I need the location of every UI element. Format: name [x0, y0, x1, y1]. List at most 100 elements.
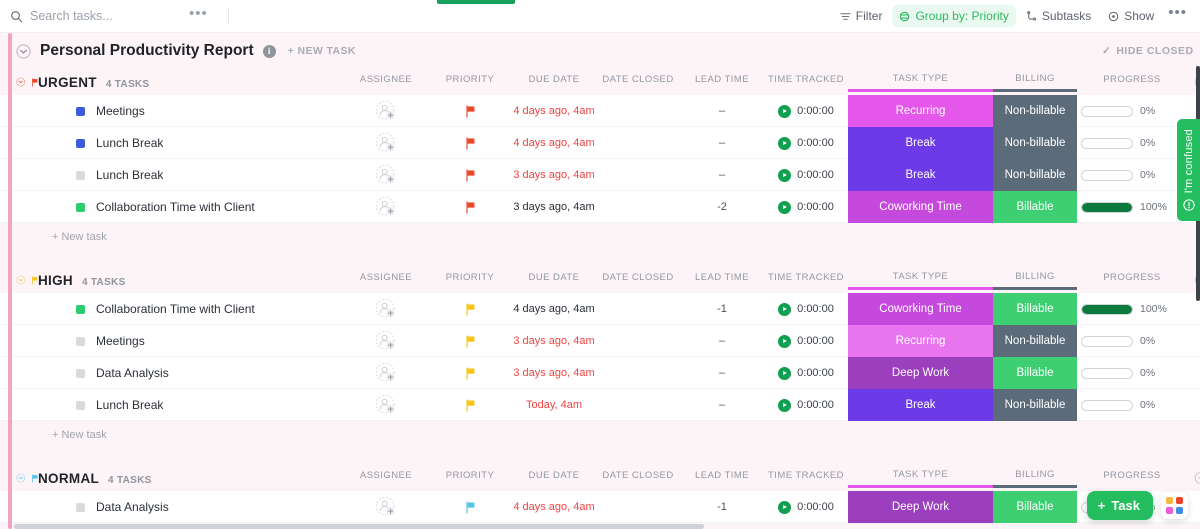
billing-cell[interactable]: Billable	[993, 293, 1077, 325]
column-header-progress[interactable]: PROGRESS	[1077, 272, 1187, 288]
task-name-cell[interactable]: Data Analysis	[38, 366, 344, 380]
time-tracked-cell[interactable]: 0:00:00	[764, 501, 848, 514]
add-column-button[interactable]	[1187, 471, 1200, 485]
task-name-cell[interactable]: Lunch Break	[38, 168, 344, 182]
im-confused-tab[interactable]: I'm confused	[1177, 119, 1200, 221]
assignee-cell[interactable]	[344, 164, 428, 186]
column-header-time-tracked[interactable]: TIME TRACKED	[764, 272, 848, 288]
show-button[interactable]: Show	[1101, 5, 1161, 27]
group-toggle-high[interactable]	[0, 273, 38, 287]
column-header-lead-time[interactable]: LEAD TIME	[680, 272, 764, 288]
lead-time-cell[interactable]: –	[680, 399, 764, 411]
lead-time-cell[interactable]: –	[680, 137, 764, 149]
column-header-billing[interactable]: BILLING	[993, 73, 1077, 92]
priority-cell[interactable]	[428, 303, 512, 316]
group-by-button[interactable]: Group by: Priority	[892, 5, 1015, 27]
play-icon[interactable]	[778, 399, 791, 412]
group-toggle-normal[interactable]	[0, 471, 38, 485]
add-task-row[interactable]: + New task	[0, 421, 1200, 449]
billing-cell[interactable]: Billable	[993, 191, 1077, 223]
progress-bar[interactable]	[1081, 202, 1133, 213]
assignee-cell[interactable]	[344, 298, 428, 320]
hide-closed-toggle[interactable]: ✓ HIDE CLOSED	[1102, 45, 1200, 57]
add-assignee-icon[interactable]	[375, 196, 397, 218]
due-date-cell[interactable]: 3 days ago, 4am	[512, 335, 596, 347]
lead-time-cell[interactable]: –	[680, 105, 764, 117]
priority-cell[interactable]	[428, 367, 512, 380]
table-row[interactable]: Collaboration Time with Client3 days ago…	[0, 191, 1200, 223]
add-task-row[interactable]: + New task	[0, 223, 1200, 251]
task-type-cell[interactable]: Break	[848, 159, 993, 191]
progress-cell[interactable]: 0%	[1077, 399, 1187, 411]
add-assignee-icon[interactable]	[375, 298, 397, 320]
progress-bar[interactable]	[1081, 138, 1133, 149]
progress-bar[interactable]	[1081, 106, 1133, 117]
due-date-cell[interactable]: 3 days ago, 4am	[512, 201, 596, 213]
toolbar-overflow-icon[interactable]: •••	[1164, 10, 1191, 22]
column-header-assignee[interactable]: ASSIGNEE	[344, 74, 428, 90]
add-assignee-icon[interactable]	[375, 394, 397, 416]
add-assignee-icon[interactable]	[375, 362, 397, 384]
progress-bar[interactable]	[1081, 336, 1133, 347]
task-status-square[interactable]	[76, 503, 85, 512]
time-tracked-cell[interactable]: 0:00:00	[764, 105, 848, 118]
task-name-cell[interactable]: Meetings	[38, 104, 344, 118]
assignee-cell[interactable]	[344, 496, 428, 518]
assignee-cell[interactable]	[344, 100, 428, 122]
column-header-billing[interactable]: BILLING	[993, 469, 1077, 488]
task-name-cell[interactable]: Lunch Break	[38, 136, 344, 150]
progress-cell[interactable]: 0%	[1077, 169, 1187, 181]
play-icon[interactable]	[778, 105, 791, 118]
column-header-assignee[interactable]: ASSIGNEE	[344, 470, 428, 486]
assignee-cell[interactable]	[344, 132, 428, 154]
progress-bar[interactable]	[1081, 368, 1133, 379]
play-icon[interactable]	[778, 303, 791, 316]
assignee-cell[interactable]	[344, 394, 428, 416]
task-status-square[interactable]	[76, 139, 85, 148]
column-header-task-type[interactable]: TASK TYPE	[848, 271, 993, 290]
task-type-cell[interactable]: Deep Work	[848, 357, 993, 389]
task-status-square[interactable]	[76, 203, 85, 212]
play-icon[interactable]	[778, 169, 791, 182]
create-task-fab[interactable]: + Task	[1087, 491, 1153, 520]
column-header-date-closed[interactable]: DATE CLOSED	[596, 470, 680, 486]
task-type-cell[interactable]: Recurring	[848, 95, 993, 127]
task-status-square[interactable]	[76, 369, 85, 378]
add-assignee-icon[interactable]	[375, 330, 397, 352]
priority-cell[interactable]	[428, 201, 512, 214]
table-row[interactable]: Meetings 4 days ago, 4am –0:00:00Recurring…	[0, 95, 1200, 127]
task-name-cell[interactable]: Data Analysis	[38, 500, 344, 514]
due-date-cell[interactable]: 3 days ago, 4am	[512, 367, 596, 379]
billing-cell[interactable]: Billable	[993, 491, 1077, 523]
progress-cell[interactable]: 100%	[1077, 303, 1187, 315]
column-header-due-date[interactable]: DUE DATE	[512, 272, 596, 288]
task-status-square[interactable]	[76, 401, 85, 410]
column-header-billing[interactable]: BILLING	[993, 271, 1077, 290]
column-header-due-date[interactable]: DUE DATE	[512, 74, 596, 90]
billing-cell[interactable]: Billable	[993, 357, 1077, 389]
lead-time-cell[interactable]: –	[680, 335, 764, 347]
play-icon[interactable]	[778, 501, 791, 514]
time-tracked-cell[interactable]: 0:00:00	[764, 335, 848, 348]
priority-cell[interactable]	[428, 137, 512, 150]
column-header-priority[interactable]: PRIORITY	[428, 470, 512, 486]
column-header-lead-time[interactable]: LEAD TIME	[680, 74, 764, 90]
table-row[interactable]: Meetings3 days ago, 4am–0:00:00Recurring…	[0, 325, 1200, 357]
task-type-cell[interactable]: Break	[848, 389, 993, 421]
due-date-cell[interactable]: Today, 4am	[512, 399, 596, 411]
add-assignee-icon[interactable]	[375, 496, 397, 518]
column-header-priority[interactable]: PRIORITY	[428, 74, 512, 90]
due-date-cell[interactable]: 3 days ago, 4am	[512, 169, 596, 181]
task-status-square[interactable]	[76, 305, 85, 314]
task-name-cell[interactable]: Meetings	[38, 334, 344, 348]
priority-cell[interactable]	[428, 399, 512, 412]
billing-cell[interactable]: Non-billable	[993, 159, 1077, 191]
column-header-progress[interactable]: PROGRESS	[1077, 470, 1187, 486]
add-assignee-icon[interactable]	[375, 164, 397, 186]
column-header-priority[interactable]: PRIORITY	[428, 272, 512, 288]
time-tracked-cell[interactable]: 0:00:00	[764, 399, 848, 412]
collapse-list-icon[interactable]	[16, 44, 31, 59]
due-date-cell[interactable]: 4 days ago, 4am	[512, 105, 596, 117]
column-header-task-type[interactable]: TASK TYPE	[848, 469, 993, 488]
column-header-progress[interactable]: PROGRESS	[1077, 74, 1187, 90]
